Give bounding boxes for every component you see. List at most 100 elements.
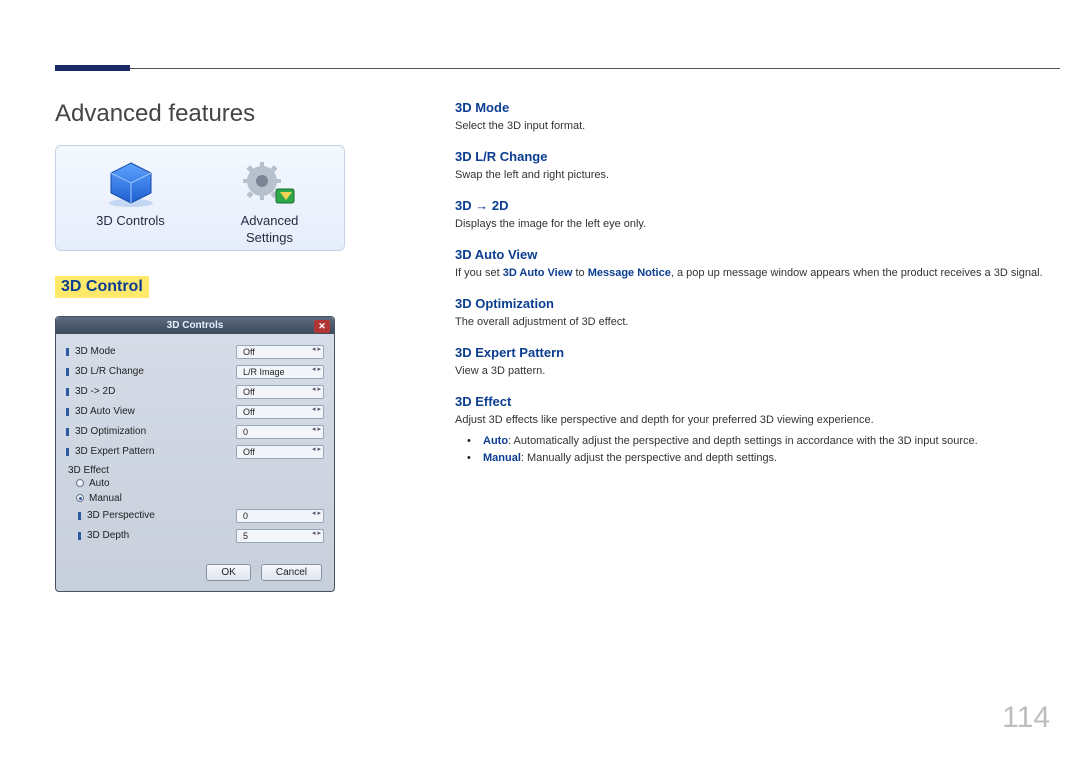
cancel-button[interactable]: Cancel [261,564,322,581]
icon-card-advanced-settings[interactable]: Advanced Settings [203,156,336,246]
radio-dot-icon [76,494,84,502]
row-tick-icon [66,448,69,456]
feature-heading: 3D L/R Change [455,149,1060,164]
icon-label: 3D Controls [96,214,165,228]
row-value-dropdown[interactable]: Off◂ ▸ [236,405,324,419]
row-value-dropdown[interactable]: Off◂ ▸ [236,445,324,459]
dialog-row: 3D ModeOff◂ ▸ [66,342,324,362]
bullet-item: Auto: Automatically adjust the perspecti… [473,433,1060,450]
row-label: 3D Expert Pattern [75,446,236,457]
text: If you set [455,267,503,279]
dialog-row: 3D -> 2DOff◂ ▸ [66,382,324,402]
row-tick-icon [66,428,69,436]
bullet-emphasis: Auto [483,435,508,447]
right-column: 3D Mode Select the 3D input format. 3D L… [455,100,1060,481]
text-emphasis: 3D Auto View [503,267,573,279]
feature-desc: Select the 3D input format. [455,119,1060,135]
page-title: Advanced features [55,100,255,128]
section-heading: 3D Control [55,276,149,298]
bullet-text: : Automatically adjust the perspective a… [508,435,978,447]
spinner-arrows-icon: ◂ ▸ [312,387,321,393]
row-value-dropdown[interactable]: L/R Image◂ ▸ [236,365,324,379]
left-column: 3D Controls [55,145,345,592]
spinner-arrows-icon: ◂ ▸ [312,531,321,537]
feature-3d-expert-pattern: 3D Expert Pattern View a 3D pattern. [455,345,1060,380]
row-tick-icon [78,532,81,540]
feature-desc: The overall adjustment of 3D effect. [455,315,1060,331]
row-label: 3D -> 2D [75,386,236,397]
dialog-subrow: 3D Perspective0◂ ▸ [66,506,324,526]
header-rule-accent [55,65,130,71]
text: , a pop up message window appears when t… [671,267,1043,279]
radio-label: Auto [89,478,110,489]
spinner-arrows-icon: ◂ ▸ [312,367,321,373]
bullet-emphasis: Manual [483,452,521,464]
cube-3d-icon [101,156,161,211]
icon-card-3d-controls[interactable]: 3D Controls [64,156,197,246]
icon-panel: 3D Controls [55,145,345,251]
feature-3d-lr-change: 3D L/R Change Swap the left and right pi… [455,149,1060,184]
dialog-buttons: OK Cancel [56,556,334,591]
feature-desc: Adjust 3D effects like perspective and d… [455,413,1060,429]
feature-heading: 3D Optimization [455,296,1060,311]
page-number: 114 [1002,701,1050,735]
spinner-arrows-icon: ◂ ▸ [312,511,321,517]
radio-auto[interactable]: Auto [66,476,324,491]
row-value-dropdown[interactable]: Off◂ ▸ [236,385,324,399]
row-value-spinner[interactable]: 0◂ ▸ [236,509,324,523]
row-tick-icon [78,512,81,520]
feature-bullets: Auto: Automatically adjust the perspecti… [455,433,1060,467]
feature-desc: If you set 3D Auto View to Message Notic… [455,266,1060,282]
spinner-arrows-icon: ◂ ▸ [312,427,321,433]
feature-3d-mode: 3D Mode Select the 3D input format. [455,100,1060,135]
text: to [572,267,587,279]
feature-desc: Swap the left and right pictures. [455,168,1060,184]
feature-heading: 3D Expert Pattern [455,345,1060,360]
row-tick-icon [66,368,69,376]
dialog-subrow: 3D Depth5◂ ▸ [66,526,324,546]
bullet-text: : Manually adjust the perspective and de… [521,452,777,464]
row-value-dropdown[interactable]: 0◂ ▸ [236,425,324,439]
feature-heading: 3D Mode [455,100,1060,115]
feature-heading: 3D → 2D [455,198,1060,213]
dialog-row: 3D Expert PatternOff◂ ▸ [66,442,324,462]
header-rule [55,68,1060,69]
feature-3d-to-2d: 3D → 2D Displays the image for the left … [455,198,1060,233]
dialog-body: 3D ModeOff◂ ▸3D L/R ChangeL/R Image◂ ▸3D… [56,334,334,556]
spinner-arrows-icon: ◂ ▸ [312,447,321,453]
feature-heading: 3D Auto View [455,247,1060,262]
dialog-title-text: 3D Controls [167,320,224,331]
gear-icon [240,156,300,211]
dialog-row: 3D Auto ViewOff◂ ▸ [66,402,324,422]
radio-label: Manual [89,493,122,504]
dialog-row: 3D Optimization0◂ ▸ [66,422,324,442]
radio-manual[interactable]: Manual [66,491,324,506]
row-label: 3D L/R Change [75,366,236,377]
row-label: 3D Optimization [75,426,236,437]
spinner-arrows-icon: ◂ ▸ [312,407,321,413]
feature-desc: View a 3D pattern. [455,364,1060,380]
dialog-title: 3D Controls ✕ [56,317,334,334]
feature-3d-effect: 3D Effect Adjust 3D effects like perspec… [455,394,1060,467]
feature-3d-auto-view: 3D Auto View If you set 3D Auto View to … [455,247,1060,282]
ok-button[interactable]: OK [206,564,250,581]
icon-label: Settings [246,231,293,245]
row-label: 3D Mode [75,346,236,357]
row-value-spinner[interactable]: 5◂ ▸ [236,529,324,543]
feature-desc: Displays the image for the left eye only… [455,217,1060,233]
text-emphasis: Message Notice [588,267,671,279]
row-tick-icon [66,408,69,416]
dialog-row: 3D L/R ChangeL/R Image◂ ▸ [66,362,324,382]
row-label: 3D Depth [87,530,236,541]
dialog-3d-controls: 3D Controls ✕ 3D ModeOff◂ ▸3D L/R Change… [55,316,335,592]
bullet-item: Manual: Manually adjust the perspective … [473,450,1060,467]
radio-dot-icon [76,479,84,487]
close-icon[interactable]: ✕ [314,320,330,333]
row-value-dropdown[interactable]: Off◂ ▸ [236,345,324,359]
row-label: 3D Perspective [87,510,236,521]
icon-label: Advanced [241,214,299,228]
row-tick-icon [66,388,69,396]
row-label: 3D Auto View [75,406,236,417]
spinner-arrows-icon: ◂ ▸ [312,347,321,353]
feature-3d-optimization: 3D Optimization The overall adjustment o… [455,296,1060,331]
